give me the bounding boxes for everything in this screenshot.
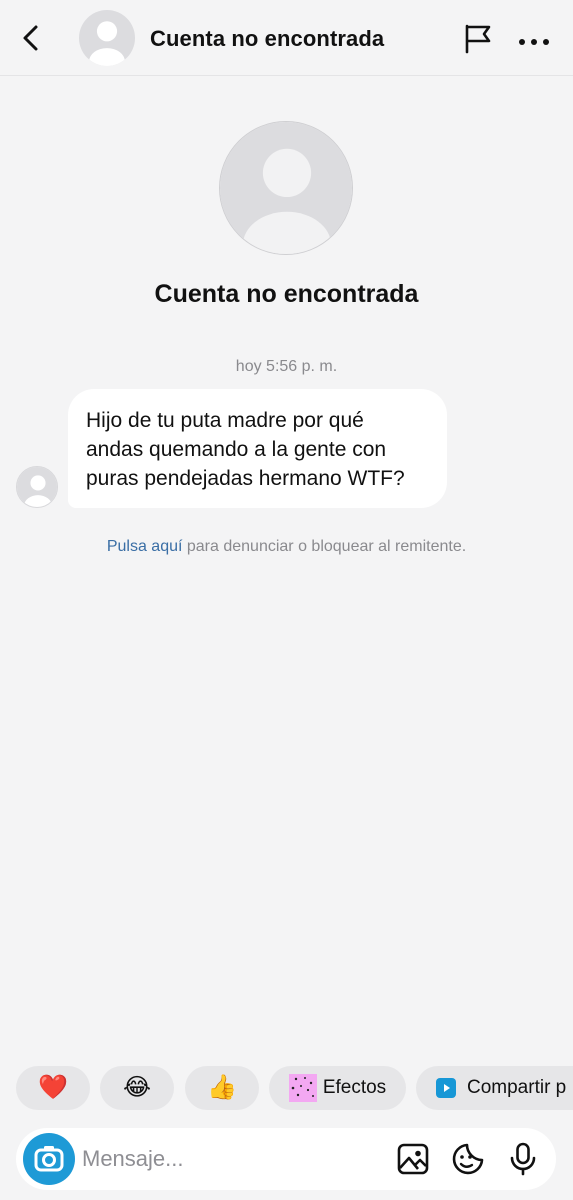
header-avatar[interactable] bbox=[79, 10, 135, 66]
chat-screen: Cuenta no encontrada Cuenta no encontrad… bbox=[0, 0, 573, 1200]
more-options-button[interactable] bbox=[518, 34, 550, 45]
message-bubble[interactable]: Hijo de tu puta madre por qué andas quem… bbox=[68, 389, 447, 508]
report-link[interactable]: Pulsa aquí bbox=[107, 538, 183, 555]
heart-reaction-button[interactable]: ❤️ bbox=[16, 1066, 90, 1110]
share-label: Compartir p bbox=[467, 1077, 567, 1098]
share-button[interactable]: Compartir p bbox=[416, 1066, 573, 1110]
heart-icon: ❤️ bbox=[38, 1074, 68, 1101]
thumbs-up-reaction-button[interactable]: 👍 bbox=[185, 1066, 259, 1110]
report-notice-text: para denunciar o bloquear al remitente. bbox=[182, 538, 467, 555]
microphone-button[interactable] bbox=[505, 1141, 541, 1177]
laughing-face-icon: 😂 bbox=[122, 1074, 152, 1101]
thumbs-up-icon: 👍 bbox=[207, 1074, 237, 1101]
chat-header: Cuenta no encontrada bbox=[0, 0, 573, 76]
camera-icon bbox=[34, 1146, 64, 1172]
gallery-button[interactable] bbox=[395, 1141, 431, 1177]
effects-button[interactable]: Efectos bbox=[269, 1066, 406, 1110]
default-avatar-icon bbox=[79, 10, 135, 66]
message-line: puras pendejadas hermano WTF? bbox=[86, 467, 405, 490]
laugh-reaction-button[interactable]: 😂 bbox=[100, 1066, 174, 1110]
default-avatar-icon bbox=[220, 122, 352, 254]
profile-name: Cuenta no encontrada bbox=[154, 280, 419, 308]
message-composer bbox=[16, 1128, 556, 1190]
sticker-icon bbox=[452, 1143, 484, 1175]
effects-icon bbox=[288, 1074, 317, 1102]
effects-label: Efectos bbox=[322, 1077, 387, 1098]
sender-avatar[interactable] bbox=[16, 466, 58, 508]
microphone-icon bbox=[510, 1142, 536, 1176]
message-line: andas quemando a la gente con bbox=[86, 438, 387, 461]
report-flag-button[interactable] bbox=[462, 22, 494, 54]
flag-icon bbox=[465, 24, 491, 54]
camera-button[interactable] bbox=[23, 1133, 75, 1185]
chevron-left-icon bbox=[23, 25, 38, 51]
gallery-icon bbox=[397, 1143, 429, 1175]
message-timestamp: hoy 5:56 p. m. bbox=[235, 358, 338, 375]
default-avatar-icon bbox=[17, 467, 57, 507]
quick-reactions-bar: ❤️ 😂 👍 Efectos Compartir p bbox=[0, 1066, 573, 1112]
report-notice: Pulsa aquí para denunciar o bloquear al … bbox=[0, 538, 573, 556]
profile-avatar[interactable] bbox=[219, 121, 353, 255]
message-line: Hijo de tu puta madre por qué bbox=[86, 409, 364, 432]
share-play-icon bbox=[436, 1078, 456, 1098]
header-title[interactable]: Cuenta no encontrada bbox=[150, 26, 384, 52]
sticker-button[interactable] bbox=[450, 1141, 486, 1177]
back-button[interactable] bbox=[18, 22, 46, 54]
message-input[interactable] bbox=[82, 1142, 382, 1176]
more-horizontal-icon bbox=[519, 39, 549, 45]
